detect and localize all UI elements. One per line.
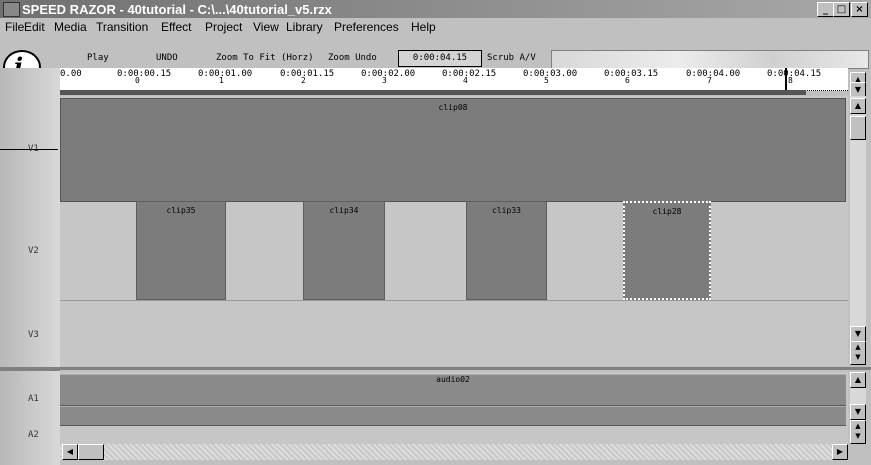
menu-bar: File Edit Media Transition Effect Projec… — [0, 18, 871, 36]
playhead-marker[interactable] — [785, 68, 787, 90]
ruler-number: 7 — [707, 76, 712, 85]
ruler-number: 2 — [301, 76, 306, 85]
video-audio-splitter[interactable] — [0, 367, 871, 370]
scrub-toggle[interactable]: Scrub A/V — [487, 53, 536, 63]
timeline-hscroll[interactable] — [60, 444, 848, 460]
audio-scroll-down-icon[interactable]: ▼ — [850, 404, 866, 420]
menu-effect[interactable]: Effect — [161, 20, 191, 34]
menu-transition[interactable]: Transition — [96, 20, 148, 34]
ruler-label: 0:00:03.15 — [604, 69, 659, 79]
play-button[interactable]: Play — [87, 53, 109, 63]
ruler-number: 5 — [544, 76, 549, 85]
clip-v2-selected[interactable]: clip28 — [623, 201, 711, 300]
ruler-label: 0:00:04.15 — [767, 69, 822, 79]
minimize-button[interactable]: _ — [817, 2, 834, 17]
video-scroll-up-icon[interactable]: ▲ — [850, 98, 866, 114]
title-bar: SPEED RAZOR - 40tutorial - C:\...\40tuto… — [0, 0, 871, 18]
audio-scroll-up-icon[interactable]: ▲ — [850, 372, 866, 388]
undo-button[interactable]: UNDO — [156, 53, 178, 63]
clip-v2[interactable]: clip34 — [303, 201, 385, 300]
track-label-a2: A2 — [28, 430, 39, 440]
hscroll-left-icon[interactable]: ◀ — [62, 444, 78, 460]
ruler-number: 3 — [382, 76, 387, 85]
track-label-v2: V2 — [28, 246, 39, 256]
track-label-a1: A1 — [28, 394, 39, 404]
timeline-ruler[interactable]: 0.00 0:00:00.15 0:00:01.00 0:00:01.15 0:… — [60, 68, 848, 91]
track-divider — [60, 300, 848, 301]
ruler-number: 1 — [219, 76, 224, 85]
menu-help[interactable]: Help — [411, 20, 436, 34]
menu-file[interactable]: File — [5, 20, 24, 34]
clip-label: clip35 — [166, 206, 196, 215]
ruler-label: 0:00:02.00 — [361, 69, 416, 79]
clip-label: clip33 — [492, 206, 521, 215]
video-scroll-thumb[interactable] — [850, 116, 866, 140]
clip-v1[interactable]: clip08 — [60, 98, 846, 202]
zoom-fit-button[interactable]: Zoom To Fit (Horz) — [216, 53, 314, 63]
app-icon[interactable] — [3, 2, 20, 17]
clip-label: clip34 — [329, 206, 359, 215]
clip-label: clip08 — [438, 103, 468, 112]
ruler-label: 0:00:01.00 — [198, 69, 253, 79]
ruler-scroll-bar[interactable] — [60, 90, 806, 95]
track-resize-icon[interactable]: ▲ ▼ — [850, 341, 866, 365]
ruler-label: 0.00 — [60, 69, 82, 79]
ruler-label: 0:00:01.15 — [280, 69, 335, 79]
menu-preferences[interactable]: Preferences — [334, 20, 399, 34]
maximize-button[interactable]: □ — [833, 2, 850, 17]
track-label-v1: V1 — [28, 144, 39, 154]
close-button[interactable]: × — [851, 2, 868, 17]
clip-label: clip28 — [652, 207, 682, 216]
menu-edit[interactable]: Edit — [24, 20, 45, 34]
audio-resize-icon[interactable]: ▲ ▼ — [850, 420, 866, 444]
ruler-label: 0:00:04.00 — [686, 69, 741, 79]
clip-label: audio02 — [436, 375, 470, 384]
ruler-label: 0:00:03.00 — [523, 69, 578, 79]
timecode-display[interactable]: 0:00:04.15 — [398, 50, 482, 67]
ruler-label: 0:00:00.15 — [117, 69, 172, 79]
window-title: SPEED RAZOR - 40tutorial - C:\...\40tuto… — [22, 2, 332, 17]
ruler-number: 4 — [463, 76, 468, 85]
clip-v2[interactable]: clip35 — [136, 201, 226, 300]
ruler-label: 0:00:02.15 — [442, 69, 497, 79]
video-scroll-down-icon[interactable]: ▼ — [850, 326, 866, 342]
audio-clip-a1[interactable]: audio02 — [60, 374, 846, 406]
ruler-number: 0 — [135, 76, 140, 85]
clip-v2[interactable]: clip33 — [466, 201, 547, 300]
menu-view[interactable]: View — [253, 20, 279, 34]
track-label-v3: V3 — [28, 330, 39, 340]
ruler-number: 8 — [788, 76, 793, 85]
hscroll-thumb[interactable] — [78, 444, 104, 460]
menu-project[interactable]: Project — [205, 20, 242, 34]
menu-library[interactable]: Library — [286, 20, 323, 34]
audio-clip-a2[interactable] — [60, 406, 846, 426]
menu-media[interactable]: Media — [54, 20, 87, 34]
scrub-bar[interactable] — [551, 50, 869, 69]
ruler-number: 6 — [625, 76, 630, 85]
zoom-undo-button[interactable]: Zoom Undo — [328, 53, 377, 63]
track-header-column: V1 V2 V3 A1 A2 — [0, 68, 60, 465]
hscroll-right-icon[interactable]: ▶ — [832, 444, 848, 460]
